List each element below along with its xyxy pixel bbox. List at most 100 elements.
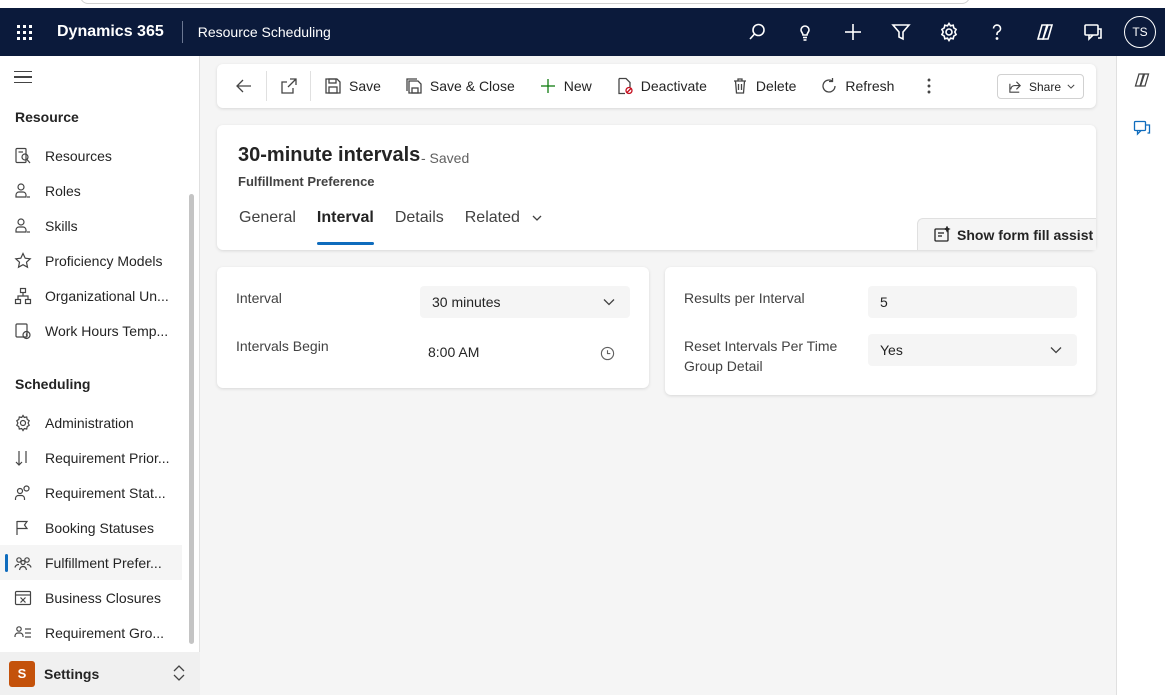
hamburger-menu-icon[interactable] bbox=[14, 71, 32, 87]
interval-label: Interval bbox=[236, 290, 282, 306]
plus-icon bbox=[540, 79, 555, 93]
group-title-resource: Resource bbox=[15, 109, 79, 125]
sidebar-item-label: Administration bbox=[45, 414, 134, 431]
sidebar-item-requirement-groups[interactable]: Requirement Gro... bbox=[0, 615, 182, 650]
refresh-icon bbox=[822, 78, 837, 93]
sidebar-item-label: Requirement Stat... bbox=[45, 484, 166, 501]
more-commands-button[interactable] bbox=[920, 64, 938, 108]
command-bar: Save Save & Close New Deactivate Delete … bbox=[217, 64, 1096, 108]
sidebar-item-proficiency-models[interactable]: Proficiency Models bbox=[0, 243, 182, 278]
interval-section: Interval 30 minutes Intervals Begin 8:00… bbox=[217, 267, 649, 388]
help-icon bbox=[992, 24, 1002, 40]
chat-button[interactable] bbox=[1069, 8, 1117, 56]
chevron-up-down-icon bbox=[173, 665, 185, 681]
sidebar-item-requirement-statuses[interactable]: Requirement Stat... bbox=[0, 475, 182, 510]
back-button[interactable] bbox=[235, 64, 253, 108]
clock-icon[interactable] bbox=[600, 346, 615, 361]
tab-label: Related bbox=[464, 209, 520, 226]
top-navbar: Dynamics 365 Resource Scheduling TS bbox=[0, 8, 1165, 56]
sidebar-item-label: Organizational Un... bbox=[45, 287, 169, 304]
calendar-clock-icon bbox=[14, 322, 32, 340]
gear-icon bbox=[940, 22, 958, 42]
copilot-pane-icon[interactable] bbox=[1133, 71, 1151, 89]
app-launcher-button[interactable] bbox=[0, 8, 48, 56]
people-team-icon bbox=[14, 554, 32, 572]
entity-name: Fulfillment Preference bbox=[238, 174, 375, 189]
address-bar-edge bbox=[80, 0, 970, 4]
people-status-icon bbox=[14, 484, 32, 502]
user-avatar[interactable]: TS bbox=[1124, 16, 1156, 48]
tab-general[interactable]: General bbox=[239, 209, 296, 245]
star-icon bbox=[14, 251, 32, 270]
save-button[interactable]: Save bbox=[324, 64, 381, 108]
sidebar-item-label: Requirement Prior... bbox=[45, 449, 170, 466]
sidebar-item-work-hours-templates[interactable]: Work Hours Temp... bbox=[0, 313, 182, 348]
sidebar-item-label: Requirement Gro... bbox=[45, 624, 165, 641]
tab-interval[interactable]: Interval bbox=[316, 209, 374, 245]
save-close-icon bbox=[406, 78, 422, 94]
sidebar-item-requirement-priorities[interactable]: Requirement Prior... bbox=[0, 440, 182, 475]
new-button[interactable] bbox=[829, 8, 877, 56]
sidebar-item-roles[interactable]: Roles bbox=[0, 173, 182, 208]
chevron-down-icon bbox=[532, 215, 542, 221]
lightbulb-button[interactable] bbox=[781, 8, 829, 56]
reset-intervals-dropdown[interactable]: Yes bbox=[868, 334, 1077, 366]
sidebar-item-label: Booking Statuses bbox=[45, 519, 154, 536]
reset-intervals-label-line2: Group Detail bbox=[684, 358, 763, 374]
sidebar-item-label: Proficiency Models bbox=[45, 252, 163, 269]
app-name[interactable]: Dynamics 365 bbox=[57, 23, 164, 41]
save-close-button[interactable]: Save & Close bbox=[405, 64, 515, 108]
gear-icon bbox=[14, 413, 32, 432]
browser-top-edge bbox=[0, 0, 1165, 8]
help-button[interactable] bbox=[973, 8, 1021, 56]
interval-dropdown[interactable]: 30 minutes bbox=[420, 286, 630, 318]
intervals-begin-value[interactable]: 8:00 AM bbox=[428, 344, 479, 360]
person-icon bbox=[14, 182, 32, 200]
intervals-begin-label: Intervals Begin bbox=[236, 338, 329, 354]
sidebar-item-resources[interactable]: Resources bbox=[0, 138, 182, 173]
delete-button[interactable]: Delete bbox=[731, 64, 796, 108]
command-divider bbox=[310, 71, 311, 101]
area-switcher[interactable]: S Settings bbox=[0, 652, 200, 695]
filter-button[interactable] bbox=[877, 8, 925, 56]
save-icon bbox=[325, 78, 341, 94]
form-fill-assist-button[interactable]: Show form fill assist bbox=[917, 218, 1096, 250]
filter-icon bbox=[891, 24, 911, 41]
sidebar-scrollbar[interactable] bbox=[189, 194, 194, 644]
area-badge: S bbox=[9, 660, 35, 687]
sidebar-item-organizational-units[interactable]: Organizational Un... bbox=[0, 278, 182, 313]
sidebar-item-fulfillment-preferences[interactable]: Fulfillment Prefer... bbox=[0, 545, 182, 580]
copilot-button[interactable] bbox=[1021, 8, 1069, 56]
share-button[interactable]: Share bbox=[997, 74, 1084, 99]
sidebar-item-label: Fulfillment Prefer... bbox=[45, 554, 162, 571]
org-chart-icon bbox=[14, 287, 32, 305]
open-in-new-window-button[interactable] bbox=[280, 64, 298, 108]
sidebar-item-booking-statuses[interactable]: Booking Statuses bbox=[0, 510, 182, 545]
refresh-label: Refresh bbox=[845, 78, 895, 94]
tab-label: General bbox=[239, 209, 296, 226]
copilot-icon bbox=[1036, 24, 1054, 40]
sidebar-item-administration[interactable]: Administration bbox=[0, 405, 182, 440]
sidebar-item-business-closures[interactable]: Business Closures bbox=[0, 580, 182, 615]
area-name[interactable]: Resource Scheduling bbox=[198, 24, 331, 40]
deactivate-button[interactable]: Deactivate bbox=[616, 64, 707, 108]
delete-label: Delete bbox=[755, 78, 797, 94]
refresh-button[interactable]: Refresh bbox=[820, 64, 894, 108]
left-navigation: Resource Resources Roles Skills Proficie… bbox=[0, 56, 200, 695]
waffle-icon bbox=[16, 24, 32, 40]
tab-related[interactable]: Related bbox=[465, 209, 543, 245]
tab-details[interactable]: Details bbox=[395, 209, 444, 245]
person-list-icon bbox=[14, 624, 32, 642]
sidebar-item-label: Business Closures bbox=[45, 589, 161, 606]
new-record-button[interactable]: New bbox=[539, 64, 592, 108]
open-new-window-icon bbox=[281, 78, 297, 94]
form-assist-icon bbox=[934, 225, 951, 242]
share-label: Share bbox=[1029, 79, 1062, 94]
results-per-interval-input[interactable]: 5 bbox=[868, 286, 1077, 318]
trash-icon bbox=[733, 78, 746, 94]
sidebar-item-skills[interactable]: Skills bbox=[0, 208, 182, 243]
tab-label: Details bbox=[394, 209, 444, 226]
chat-pane-icon[interactable] bbox=[1133, 119, 1151, 137]
search-button[interactable] bbox=[733, 8, 781, 56]
settings-button[interactable] bbox=[925, 8, 973, 56]
